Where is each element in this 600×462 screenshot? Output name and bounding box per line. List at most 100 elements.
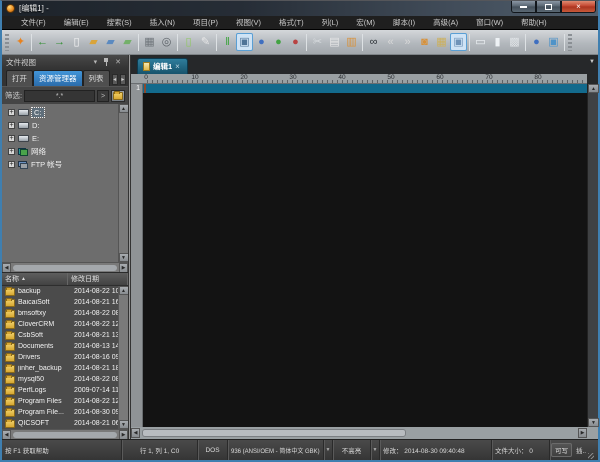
status-writable-toggle[interactable]: 可写 — [551, 443, 572, 457]
menu-file[interactable]: 文件(F) — [12, 16, 55, 30]
status-line-ending[interactable]: DOS — [198, 440, 228, 460]
tab-scroll-left[interactable]: ◂ — [112, 74, 118, 85]
scroll-left-icon[interactable]: ◀ — [2, 263, 11, 273]
menu-insert[interactable]: 插入(N) — [141, 16, 184, 30]
maximize-button[interactable] — [536, 1, 561, 13]
tab-close-icon[interactable]: × — [175, 62, 180, 71]
insert-image-button[interactable]: ▣ — [545, 33, 562, 51]
menu-help[interactable]: 帮助(H) — [512, 16, 555, 30]
text-editing-area[interactable] — [143, 84, 587, 427]
editor-tab[interactable]: 编辑1 × — [137, 58, 188, 74]
scroll-right-icon[interactable]: ▶ — [119, 263, 128, 273]
folder-button[interactable]: ▰ — [102, 33, 119, 51]
menu-project[interactable]: 项目(P) — [184, 16, 227, 30]
table-button[interactable]: ▦ — [433, 33, 450, 51]
scroll-thumb[interactable] — [13, 265, 117, 271]
resize-grip[interactable] — [587, 440, 595, 460]
scroll-down-icon[interactable]: ▼ — [119, 420, 129, 429]
new-file-button[interactable]: ▯ — [68, 33, 85, 51]
menu-window[interactable]: 窗口(W) — [467, 16, 512, 30]
filter-folder-button[interactable] — [111, 90, 125, 102]
tab-open[interactable]: 打开 — [6, 70, 33, 86]
split-horizontal-button[interactable]: ▭ — [472, 33, 489, 51]
file-row[interactable]: Program Files2014-08-22 12 — [2, 396, 118, 407]
edit-document-button[interactable]: ✎ — [197, 33, 214, 51]
column-header-date[interactable]: 修改日期 — [68, 273, 128, 285]
file-row[interactable]: BaicaiSoft2014-08-21 16 — [2, 297, 118, 308]
print-preview-button[interactable]: ◎ — [158, 33, 175, 51]
editor-horizontal-scrollbar[interactable]: ◀ ▶ — [131, 427, 598, 439]
browser-globe-button[interactable]: ● — [528, 33, 545, 51]
expand-icon[interactable]: + — [8, 161, 15, 168]
column-mode-button[interactable]: ‖ — [219, 33, 236, 51]
filter-go-button[interactable]: > — [97, 90, 109, 102]
file-row[interactable]: CloverCRM2014-08-22 12 — [2, 319, 118, 330]
file-row[interactable]: CsbSoft2014-08-21 13 — [2, 330, 118, 341]
file-row[interactable]: QICSOFT2014-08-21 06 — [2, 418, 118, 429]
menu-format[interactable]: 格式(T) — [270, 16, 313, 30]
pin-icon[interactable] — [103, 58, 109, 66]
menu-script[interactable]: 脚本(I) — [384, 16, 424, 30]
file-row[interactable]: Documents2014-08-13 14 — [2, 341, 118, 352]
next-mark-button[interactable]: » — [399, 33, 416, 51]
scroll-right-icon[interactable]: ▶ — [119, 430, 128, 440]
scroll-down-icon[interactable]: ▼ — [119, 253, 129, 262]
cut-button[interactable]: ✂ — [309, 33, 326, 51]
tree-item-d-drive[interactable]: + D: — [2, 119, 118, 132]
menu-macro[interactable]: 宏(M) — [347, 16, 384, 30]
editor-vertical-scrollbar[interactable]: ▲ ▼ — [587, 84, 598, 427]
copy-button[interactable]: ▤ — [326, 33, 343, 51]
file-row[interactable]: Drivers2014-08-16 09 — [2, 352, 118, 363]
tab-explorer[interactable]: 资源管理器 — [33, 70, 83, 86]
expand-icon[interactable]: + — [8, 109, 15, 116]
globe-blue-button[interactable]: ● — [253, 33, 270, 51]
prev-mark-button[interactable]: « — [382, 33, 399, 51]
tree-item-network[interactable]: + 网络 — [2, 145, 118, 158]
expand-icon[interactable]: + — [8, 148, 15, 155]
scroll-up-icon[interactable]: ▲ — [588, 84, 599, 93]
menu-advanced[interactable]: 高级(A) — [424, 16, 467, 30]
forward-button[interactable]: → — [51, 33, 68, 51]
scroll-thumb[interactable] — [142, 429, 406, 437]
file-row[interactable]: mysql502014-08-22 08 — [2, 374, 118, 385]
file-row[interactable]: Program File...2014-08-30 09 — [2, 407, 118, 418]
file-row[interactable]: PerfLogs2009-07-14 11 — [2, 385, 118, 396]
toolbar-grip[interactable] — [568, 34, 572, 51]
split-vertical-button[interactable]: ▮ — [489, 33, 506, 51]
cascade-windows-button[interactable]: ▩ — [506, 33, 523, 51]
scroll-left-icon[interactable]: ◀ — [2, 430, 11, 440]
active-tool-button[interactable]: ▣ — [236, 33, 253, 51]
back-button[interactable]: ← — [34, 33, 51, 51]
expand-icon[interactable]: + — [8, 135, 15, 142]
tree-item-ftp[interactable]: + FTP 帐号 — [2, 158, 118, 171]
folder-add-button[interactable]: ▰ — [119, 33, 136, 51]
file-row[interactable]: bmsoftxy2014-08-22 08 — [2, 308, 118, 319]
scroll-thumb[interactable] — [13, 432, 117, 438]
status-insert-mode[interactable]: 插.. — [573, 440, 587, 460]
menu-view[interactable]: 视图(V) — [227, 16, 270, 30]
expand-icon[interactable]: + — [8, 122, 15, 129]
file-row[interactable]: jinher_backup2014-08-21 18 — [2, 363, 118, 374]
scroll-right-icon[interactable]: ▶ — [578, 428, 587, 438]
status-encoding[interactable]: 936 (ANSI/OEM - 简体中文 GBK) — [228, 440, 324, 460]
file-row[interactable]: backup2014-08-22 10 — [2, 286, 118, 297]
document-button[interactable]: ▯ — [180, 33, 197, 51]
column-header-name[interactable]: 名称 ▲ — [2, 273, 68, 285]
tree-horizontal-scrollbar[interactable]: ◀ ▶ — [2, 262, 128, 272]
ue-logo-button[interactable]: ✦ — [12, 33, 29, 51]
highlight-dropdown-icon[interactable]: ▼ — [371, 440, 380, 460]
replace-button[interactable]: ◙ — [416, 33, 433, 51]
scroll-down-icon[interactable]: ▼ — [588, 418, 599, 427]
globe-red-button[interactable]: ● — [287, 33, 304, 51]
minimize-button[interactable] — [511, 1, 536, 13]
scroll-up-icon[interactable]: ▲ — [119, 286, 129, 295]
encoding-dropdown-icon[interactable]: ▼ — [324, 440, 333, 460]
tab-list-dropdown-icon[interactable]: ▼ — [589, 59, 595, 65]
menu-column[interactable]: 列(L) — [313, 16, 348, 30]
sidebar-menu-button[interactable]: ▾ — [91, 58, 101, 66]
globe-green-button[interactable]: ● — [270, 33, 287, 51]
menu-edit[interactable]: 编辑(E) — [55, 16, 98, 30]
tab-scroll-right[interactable]: ▸ — [120, 74, 126, 85]
tree-item-c-drive[interactable]: + C: — [2, 106, 118, 119]
tree-vertical-scrollbar[interactable]: ▲ ▼ — [118, 104, 128, 262]
